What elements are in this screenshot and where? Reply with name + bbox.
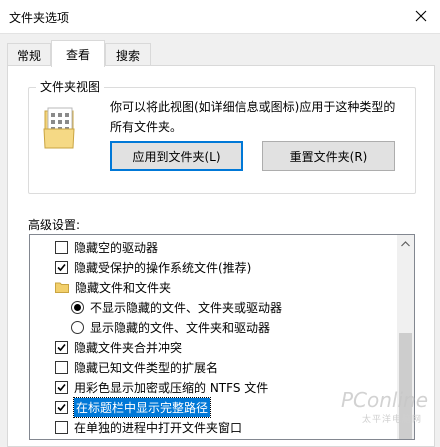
reset-folders-label: 重置文件夹(R) (289, 149, 368, 164)
tab-general-label: 常规 (16, 48, 41, 63)
advanced-setting-label: 在单独的进程中打开文件夹窗口 (74, 420, 243, 435)
tab-general[interactable]: 常规 (7, 43, 51, 66)
folder-views-description: 你可以将此视图(如详细信息或图标)应用于这种类型的所有文件夹。 (110, 100, 396, 134)
advanced-setting-label: 隐藏文件夹合并冲突 (74, 340, 183, 355)
close-button[interactable] (408, 4, 434, 28)
advanced-setting-row[interactable]: 显示隐藏的文件、文件夹和驱动器 (30, 317, 414, 337)
radio-unselected[interactable] (71, 320, 84, 334)
advanced-setting-label: 隐藏文件和文件夹 (75, 280, 172, 295)
apply-to-folders-button[interactable]: 应用到文件夹(L) (110, 141, 243, 171)
chevron-up-icon (401, 240, 410, 246)
window-title: 文件夹选项 (9, 11, 70, 25)
advanced-setting-label: 在标题栏中显示完整路径 (72, 396, 212, 418)
watermark-subtitle: 太平洋电脑网 (361, 415, 422, 425)
scroll-up-button[interactable] (397, 235, 414, 252)
checkbox-checked[interactable] (55, 380, 68, 394)
checkmark-icon (57, 383, 66, 391)
folder-icon (55, 281, 69, 293)
advanced-setting-row[interactable]: 隐藏已知文件类型的扩展名 (30, 357, 414, 377)
checkbox-checked[interactable] (55, 400, 68, 414)
advanced-settings-label: 高级设置: (28, 218, 81, 232)
tab-search[interactable]: 搜索 (105, 43, 151, 66)
checkmark-icon (57, 263, 66, 271)
tab-view-label: 查看 (65, 47, 90, 62)
advanced-setting-label: 用彩色显示加密或压缩的 NTFS 文件 (74, 380, 269, 395)
advanced-setting-row[interactable]: 隐藏文件夹合并冲突 (30, 337, 414, 357)
title-bar: 文件夹选项 (0, 0, 440, 34)
folder-views-title: 文件夹视图 (36, 78, 105, 95)
advanced-setting-label: 显示隐藏的文件、文件夹和驱动器 (90, 320, 271, 335)
advanced-setting-row: 隐藏文件和文件夹 (30, 277, 414, 297)
checkbox-unchecked[interactable] (55, 360, 68, 374)
advanced-setting-row[interactable]: 隐藏受保护的操作系统文件(推荐) (30, 257, 414, 277)
reset-folders-button[interactable]: 重置文件夹(R) (262, 141, 395, 171)
checkbox-checked[interactable] (55, 340, 68, 354)
tab-search-label: 搜索 (115, 48, 140, 63)
advanced-setting-label: 隐藏空的驱动器 (74, 240, 159, 255)
advanced-setting-row[interactable]: 不显示隐藏的文件、文件夹或驱动器 (30, 297, 414, 317)
advanced-setting-label: 隐藏受保护的操作系统文件(推荐) (74, 260, 252, 275)
radio-selected[interactable] (71, 300, 84, 314)
tab-view[interactable]: 查看 (51, 40, 105, 67)
checkmark-icon (57, 403, 66, 411)
checkbox-unchecked[interactable] (55, 240, 68, 254)
checkbox-checked[interactable] (55, 260, 68, 274)
checkmark-icon (57, 343, 66, 351)
checkbox-unchecked[interactable] (55, 420, 68, 434)
advanced-setting-label: 隐藏已知文件类型的扩展名 (74, 360, 219, 375)
advanced-setting-row[interactable]: 在单独的进程中打开文件夹窗口 (30, 417, 414, 437)
apply-to-folders-label: 应用到文件夹(L) (132, 149, 221, 164)
advanced-setting-row[interactable]: 隐藏空的驱动器 (30, 237, 414, 257)
folder-views-icon (43, 107, 75, 149)
watermark-logo: PConline (340, 388, 428, 412)
advanced-setting-label: 不显示隐藏的文件、文件夹或驱动器 (90, 300, 283, 315)
close-icon (415, 10, 427, 22)
